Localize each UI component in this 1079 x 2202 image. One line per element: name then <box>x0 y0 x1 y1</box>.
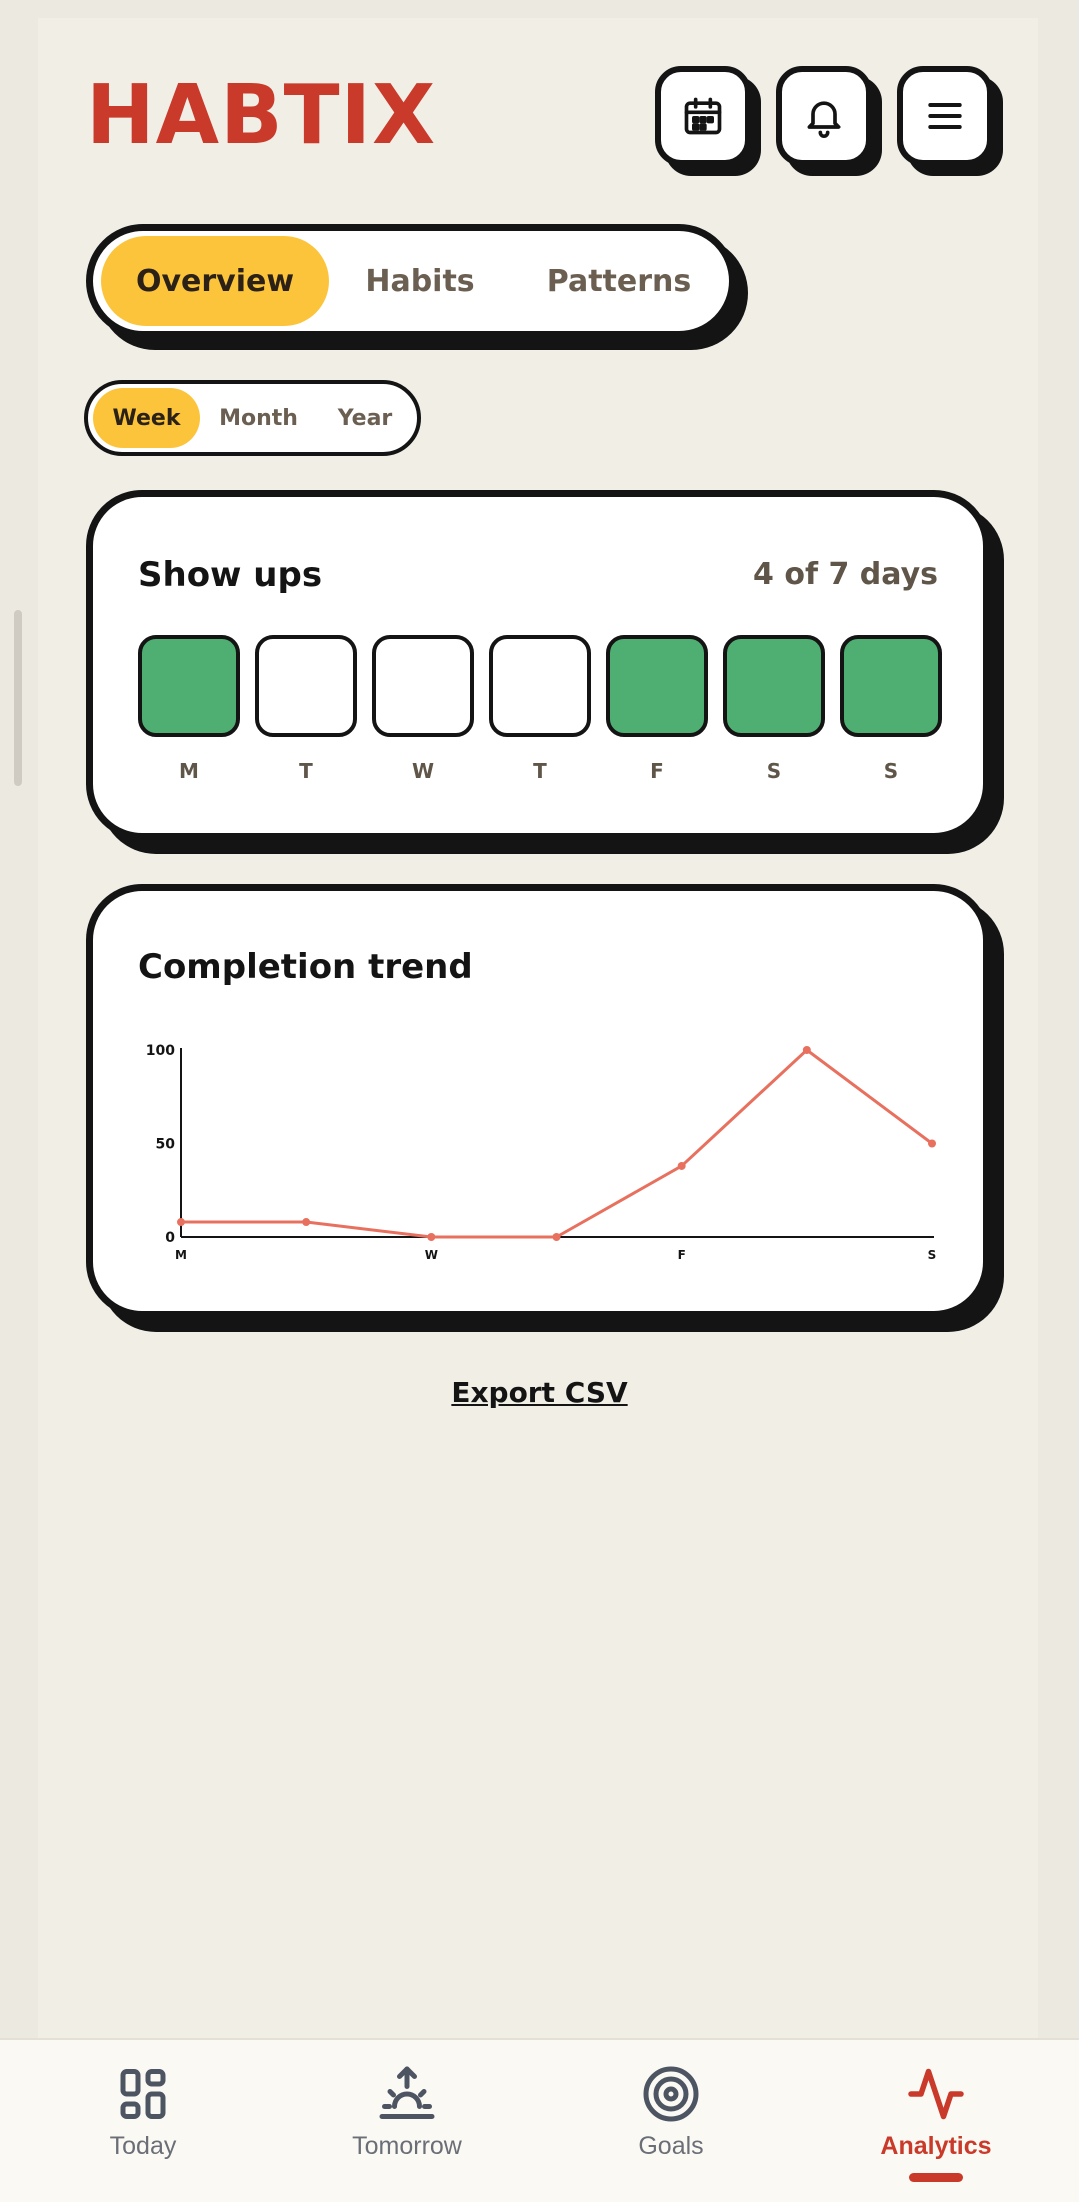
day-label: T <box>299 759 313 783</box>
activity-icon <box>908 2068 964 2120</box>
range-year[interactable]: Year <box>317 388 413 448</box>
trend-point <box>677 1161 686 1170</box>
nav-goals-label: Goals <box>638 2132 704 2160</box>
tab-habits[interactable]: Habits <box>329 236 511 326</box>
target-icon <box>643 2066 699 2122</box>
trend-point <box>552 1233 561 1241</box>
nav-tomorrow[interactable]: Tomorrow <box>317 2064 497 2161</box>
calendar-button[interactable] <box>655 66 751 166</box>
tab-overview[interactable]: Overview <box>101 236 329 326</box>
nav-goals[interactable]: Goals <box>581 2064 761 2161</box>
nav-active-indicator <box>909 2173 963 2182</box>
day-label: F <box>650 759 664 783</box>
view-tabs: Overview Habits Patterns <box>86 224 736 338</box>
app-logo: HABTIX <box>86 68 437 163</box>
notifications-button[interactable] <box>776 66 872 166</box>
day-cell: F <box>606 635 708 783</box>
day-label: T <box>533 759 547 783</box>
day-cell: W <box>372 635 474 783</box>
grid-icon <box>120 2069 166 2119</box>
day-cell: M <box>138 635 240 783</box>
nav-today[interactable]: Today <box>53 2064 233 2161</box>
range-month[interactable]: Month <box>200 388 317 448</box>
day-box[interactable] <box>723 635 825 737</box>
show-ups-summary: 4 of 7 days <box>753 557 938 592</box>
menu-icon <box>928 102 962 130</box>
day-cell: S <box>723 635 825 783</box>
completion-trend-card: Completion trend 0 50 100 M W F S <box>86 884 990 1318</box>
show-ups-card: Show ups 4 of 7 days M T W T F S S <box>86 490 990 840</box>
day-box[interactable] <box>606 635 708 737</box>
y-tick-label: 100 <box>146 1043 175 1059</box>
nav-today-label: Today <box>109 2132 177 2160</box>
menu-button[interactable] <box>897 66 993 166</box>
day-box[interactable] <box>138 635 240 737</box>
day-cell: S <box>840 635 942 783</box>
export-csv-link[interactable]: Export CSV <box>451 1376 627 1409</box>
trend-point <box>928 1139 936 1148</box>
day-cell: T <box>489 635 591 783</box>
y-tick-label: 0 <box>165 1230 175 1246</box>
day-label: S <box>883 759 899 783</box>
trend-line <box>181 1048 933 1239</box>
trend-point <box>302 1218 311 1227</box>
trend-point <box>802 1046 811 1054</box>
sunrise-icon <box>379 2066 435 2119</box>
day-box[interactable] <box>255 635 357 737</box>
bottom-nav: Today Tomorrow Goals Analytics <box>0 2038 1079 2202</box>
day-box[interactable] <box>840 635 942 737</box>
day-box[interactable] <box>489 635 591 737</box>
range-week[interactable]: Week <box>93 388 200 448</box>
nav-analytics-label: Analytics <box>880 2132 992 2160</box>
nav-tomorrow-label: Tomorrow <box>352 2132 462 2160</box>
scroll-indicator[interactable] <box>14 610 22 786</box>
y-tick-label: 50 <box>156 1137 176 1153</box>
trend-point <box>427 1233 436 1241</box>
day-grid: M T W T F S S <box>138 635 942 783</box>
trend-point <box>177 1218 185 1227</box>
day-label: W <box>411 759 435 783</box>
show-ups-title: Show ups <box>138 555 323 595</box>
bell-icon <box>807 101 841 138</box>
day-label: S <box>766 759 782 783</box>
day-cell: T <box>255 635 357 783</box>
calendar-icon <box>684 97 722 135</box>
range-tabs: Week Month Year <box>84 380 421 456</box>
x-tick-label: M <box>175 1248 187 1262</box>
x-tick-label: W <box>425 1248 438 1262</box>
day-box[interactable] <box>372 635 474 737</box>
day-label: M <box>179 759 199 783</box>
completion-trend-chart: 0 50 100 M W F S <box>146 1043 937 1262</box>
nav-analytics[interactable]: Analytics <box>846 2064 1026 2182</box>
x-tick-label: F <box>678 1248 686 1262</box>
tab-patterns[interactable]: Patterns <box>511 236 727 326</box>
export-row: Export CSV <box>0 1376 1079 1409</box>
x-tick-label: S <box>928 1248 937 1262</box>
